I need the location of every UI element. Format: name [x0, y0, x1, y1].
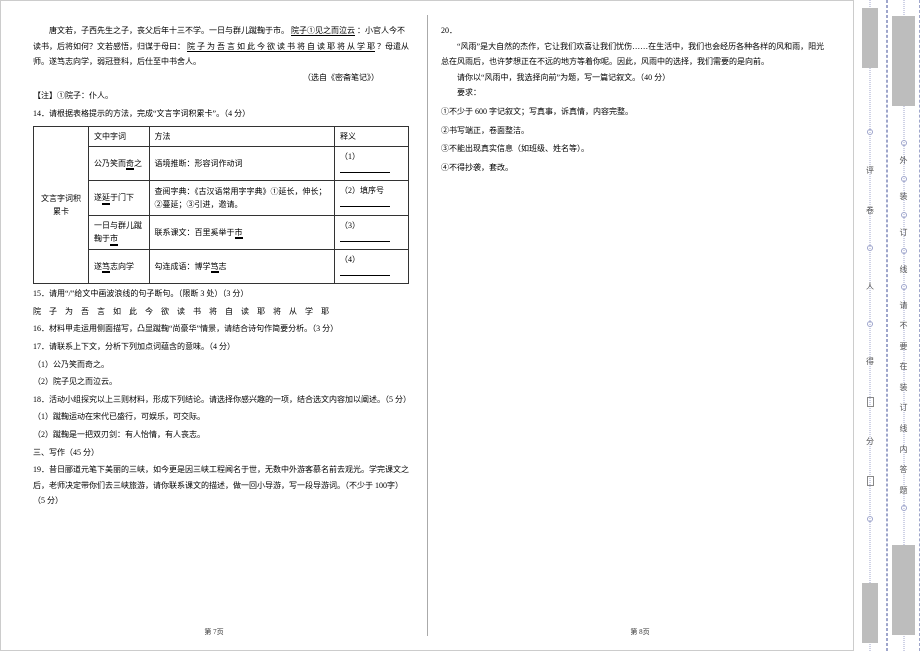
spine-outer-text: 外 装 订 线 请 不 要 在 装 订 线 内 答 题: [888, 130, 919, 521]
req-item: ④不得抄袭，套改。: [441, 160, 825, 176]
cell: 查阅字典：《古汉语常用字字典》①延长，伸长；②蔓延；③引进，邀请。: [149, 181, 334, 215]
question-17b: （2）院子见之而泣云。: [33, 374, 409, 390]
passage-paragraph: 唐文若，子西先生之子，丧父后年十三不学。一日与群儿蹴鞠于市。 院子①见之而泣云 …: [33, 23, 409, 70]
binding-spine-inner: 评 卷 人 得 分: [854, 0, 887, 651]
underlined-phrase-1: 院子①见之而泣云: [291, 26, 355, 35]
cell: 勾连成语：博学笃志: [149, 249, 334, 283]
cell: 遂笃志向学: [89, 249, 150, 283]
col-head-word: 文中字词: [89, 126, 150, 146]
question-18a: （1）蹴鞠运动在宋代已盛行，可娱乐，可交际。: [33, 409, 409, 425]
answer-cell[interactable]: （4）: [334, 249, 408, 283]
question-17a: （1）公乃笑而奇之。: [33, 357, 409, 373]
question-15-sentence[interactable]: 院 子 为 吾 言 如 此 今 欲 读 书 将 自 读 耶 将 从 学 耶: [33, 304, 409, 320]
question-17: 17．请联系上下文，分析下列加点词蕴含的意味。（4 分）: [33, 339, 409, 355]
page-number-7: 第 7页: [1, 626, 427, 640]
question-20-intro: “风雨”是大自然的杰作，它让我们欢喜让我们忧伤……在生活中，我们也会经历各种各样…: [441, 39, 825, 70]
req-item: ②书写端正，卷面整洁。: [441, 123, 825, 139]
col-head-method: 方法: [149, 126, 334, 146]
vocab-card-table: 文言字词积累卡 文中字词 方法 释义 公乃笑而奇之 语境推断：形容词作动词 （1…: [33, 126, 409, 285]
answer-cell[interactable]: （3）: [334, 215, 408, 249]
req-item: ①不少于 600 字记叙文；写真事，诉真情，内容完整。: [441, 104, 825, 120]
question-14: 14．请根据表格提示的方法，完成“文言字词积累卡”。（4 分）: [33, 106, 409, 122]
row-header: 文言字词积累卡: [34, 126, 89, 284]
answer-cell[interactable]: （2）填序号: [334, 181, 408, 215]
question-20-prompt: 请你以“风雨中，我选择向前”为题，写一篇记叙文。（40 分）: [441, 70, 825, 86]
col-head-meaning: 释义: [334, 126, 408, 146]
cell: 遂延于门下: [89, 181, 150, 215]
spine-inner-text: 评 卷 人 得 分: [854, 100, 886, 551]
cell: 一日与群儿蹴鞠于市: [89, 215, 150, 249]
table-row: 遂延于门下 查阅字典：《古汉语常用字字典》①延长，伸长；②蔓延；③引进，邀请。 …: [34, 181, 409, 215]
passage-text: 唐文若，子西先生之子，丧父后年十三不学。一日与群儿蹴鞠于市。: [49, 26, 289, 35]
section-heading: 三、写作（45 分）: [33, 445, 409, 461]
table-row: 遂笃志向学 勾连成语：博学笃志 （4）: [34, 249, 409, 283]
cell: 公乃笑而奇之: [89, 146, 150, 180]
requirements-label: 要求：: [441, 85, 825, 101]
answer-cell[interactable]: （1）: [334, 146, 408, 180]
req-item: ③不能出现真实信息（如班级、姓名等）。: [441, 141, 825, 157]
page-8: 20． “风雨”是大自然的杰作，它让我们欢喜让我们忧伤……在生活中，我们也会经历…: [427, 1, 853, 650]
binding-spine-outer: 外 装 订 线 请 不 要 在 装 订 线 内 答 题: [887, 0, 920, 651]
cell: 语境推断：形容词作动词: [149, 146, 334, 180]
question-16: 16．材料甲走运用侧面描写，凸显蹴鞠“尚豪华”情景，请结合诗句作简要分析。（3 …: [33, 321, 409, 337]
page-7: 唐文若，子西先生之子，丧父后年十三不学。一日与群儿蹴鞠于市。 院子①见之而泣云 …: [1, 1, 427, 650]
question-19: 19．昔日郦道元笔下美丽的三峡，如今更是因三峡工程闻名于世，无数中外游客慕名前去…: [33, 462, 409, 509]
question-18b: （2）蹴鞠是一把双刃剑：有人怡情，有人丧志。: [33, 427, 409, 443]
table-row: 一日与群儿蹴鞠于市 联系课文：百里奚举于市 （3）: [34, 215, 409, 249]
passage-source: （选自《密斋笔记》）: [33, 70, 409, 86]
question-15: 15．请用“/”给文中画波浪线的句子断句。（限断 3 处）（3 分）: [33, 286, 409, 302]
table-header-row: 文言字词积累卡 文中字词 方法 释义: [34, 126, 409, 146]
footnote: 【注】①院子：仆人。: [33, 88, 409, 104]
table-row: 公乃笑而奇之 语境推断：形容词作动词 （1）: [34, 146, 409, 180]
underlined-phrase-2: 院 子 为 吾 言 如 此 今 欲 读 书 将 自 读 耶 将 从 学 耶: [187, 42, 375, 51]
question-18: 18．活动小组探究以上三则材料，形成下列结论。请选择你感兴趣的一项，结合选文内容…: [33, 392, 409, 408]
question-20-number: 20．: [441, 23, 825, 39]
cell: 联系课文：百里奚举于市: [149, 215, 334, 249]
page-number-8: 第 8页: [427, 626, 853, 640]
requirements-list: ①不少于 600 字记叙文；写真事，诉真情，内容完整。 ②书写端正，卷面整洁。 …: [441, 104, 825, 175]
exam-sheet: 唐文若，子西先生之子，丧父后年十三不学。一日与群儿蹴鞠于市。 院子①见之而泣云 …: [0, 0, 854, 651]
